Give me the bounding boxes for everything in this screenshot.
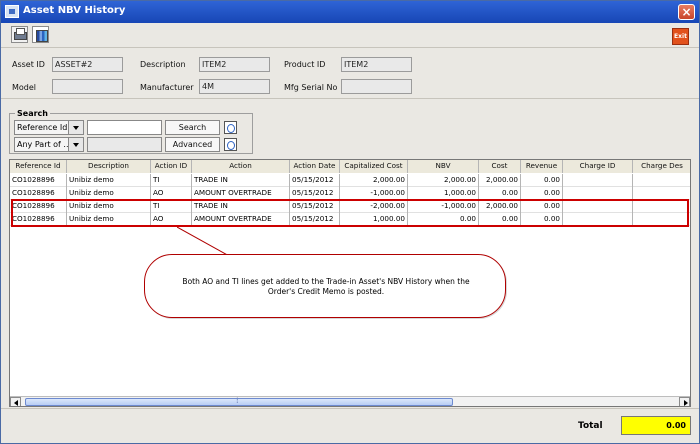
table-row[interactable]: CO1028896 Unibiz demo TI TRADE IN 05/15/… (10, 174, 690, 187)
search-title: Search (15, 109, 50, 118)
callout-text: Both AO and TI lines get added to the Tr… (182, 277, 470, 296)
column-action-id[interactable]: Action ID (151, 160, 192, 173)
column-nbv[interactable]: NBV (408, 160, 479, 173)
product-id-value: ITEM2 (341, 57, 412, 72)
match-select-value: Any Part of ... (17, 140, 72, 149)
manufacturer-value: 4M (199, 79, 270, 94)
column-description[interactable]: Description (67, 160, 151, 173)
column-cost[interactable]: Cost (479, 160, 521, 173)
scroll-right-icon[interactable] (679, 397, 690, 406)
serial-value (341, 79, 412, 94)
callout-bubble: Both AO and TI lines get added to the Tr… (144, 254, 506, 318)
model-value (52, 79, 123, 94)
exit-button[interactable]: Exit (672, 28, 689, 45)
horizontal-scrollbar[interactable] (10, 396, 690, 406)
reference-id-cell: CO1028896 (10, 174, 67, 187)
asset-id-value: ASSET#2 (52, 57, 123, 72)
description-cell: Unibiz demo (67, 174, 151, 187)
capitalized-cost-cell: 2,000.00 (340, 174, 408, 187)
total-label: Total (578, 421, 603, 431)
column-action[interactable]: Action (192, 160, 290, 173)
total-value: 0.00 (621, 416, 691, 435)
asset-nbv-history-window: Asset NBV History × Exit Asset ID ASSET#… (0, 0, 700, 444)
scrollbar-thumb[interactable] (25, 396, 453, 406)
advanced-search-icon[interactable] (224, 138, 237, 151)
search-field-value: Reference Id (17, 123, 68, 132)
search-input[interactable] (87, 120, 162, 135)
close-button[interactable]: × (678, 4, 695, 20)
description-value: ITEM2 (199, 57, 270, 72)
column-charge-description[interactable]: Charge Des (633, 160, 690, 173)
model-label: Model (12, 83, 37, 92)
title-bar: Asset NBV History × (1, 1, 699, 23)
window-title: Asset NBV History (23, 5, 126, 16)
toolbar (1, 23, 699, 48)
nbv-cell: 2,000.00 (408, 174, 479, 187)
column-reference-id[interactable]: Reference Id (10, 160, 67, 173)
action-date-cell: 05/15/2012 (290, 174, 340, 187)
printer-icon[interactable] (11, 26, 28, 43)
match-select[interactable]: Any Part of ... (14, 137, 84, 152)
scroll-left-icon[interactable] (10, 397, 21, 406)
chevron-down-icon[interactable] (68, 121, 83, 134)
chevron-down-icon[interactable] (68, 138, 83, 151)
serial-label: Mfg Serial No (284, 83, 338, 92)
revenue-cell: 0.00 (521, 174, 563, 187)
search-field-select[interactable]: Reference Id (14, 120, 84, 135)
column-revenue[interactable]: Revenue (521, 160, 563, 173)
window-icon (5, 5, 19, 18)
product-id-label: Product ID (284, 60, 326, 69)
search-group: Search Reference Id Search Any Part of .… (9, 109, 253, 154)
advanced-button[interactable]: Advanced (165, 137, 220, 152)
manufacturer-label: Manufacturer (140, 83, 194, 92)
highlighted-credit-memo-rows (11, 199, 689, 227)
column-charge-id[interactable]: Charge ID (563, 160, 633, 173)
asset-info-panel: Asset ID ASSET#2 Description ITEM2 Produ… (1, 49, 699, 99)
charge-description-cell (633, 174, 690, 187)
table-header: Reference Id Description Action ID Actio… (10, 160, 690, 173)
secondary-search-input[interactable] (87, 137, 162, 152)
description-label: Description (140, 60, 186, 69)
cost-cell: 2,000.00 (479, 174, 521, 187)
action-id-cell: TI (151, 174, 192, 187)
search-button[interactable]: Search (165, 120, 220, 135)
grid-icon[interactable] (32, 26, 49, 43)
column-capitalized-cost[interactable]: Capitalized Cost (340, 160, 408, 173)
asset-id-label: Asset ID (12, 60, 45, 69)
action-cell: TRADE IN (192, 174, 290, 187)
charge-id-cell (563, 174, 633, 187)
column-action-date[interactable]: Action Date (290, 160, 340, 173)
search-icon[interactable] (224, 121, 237, 134)
